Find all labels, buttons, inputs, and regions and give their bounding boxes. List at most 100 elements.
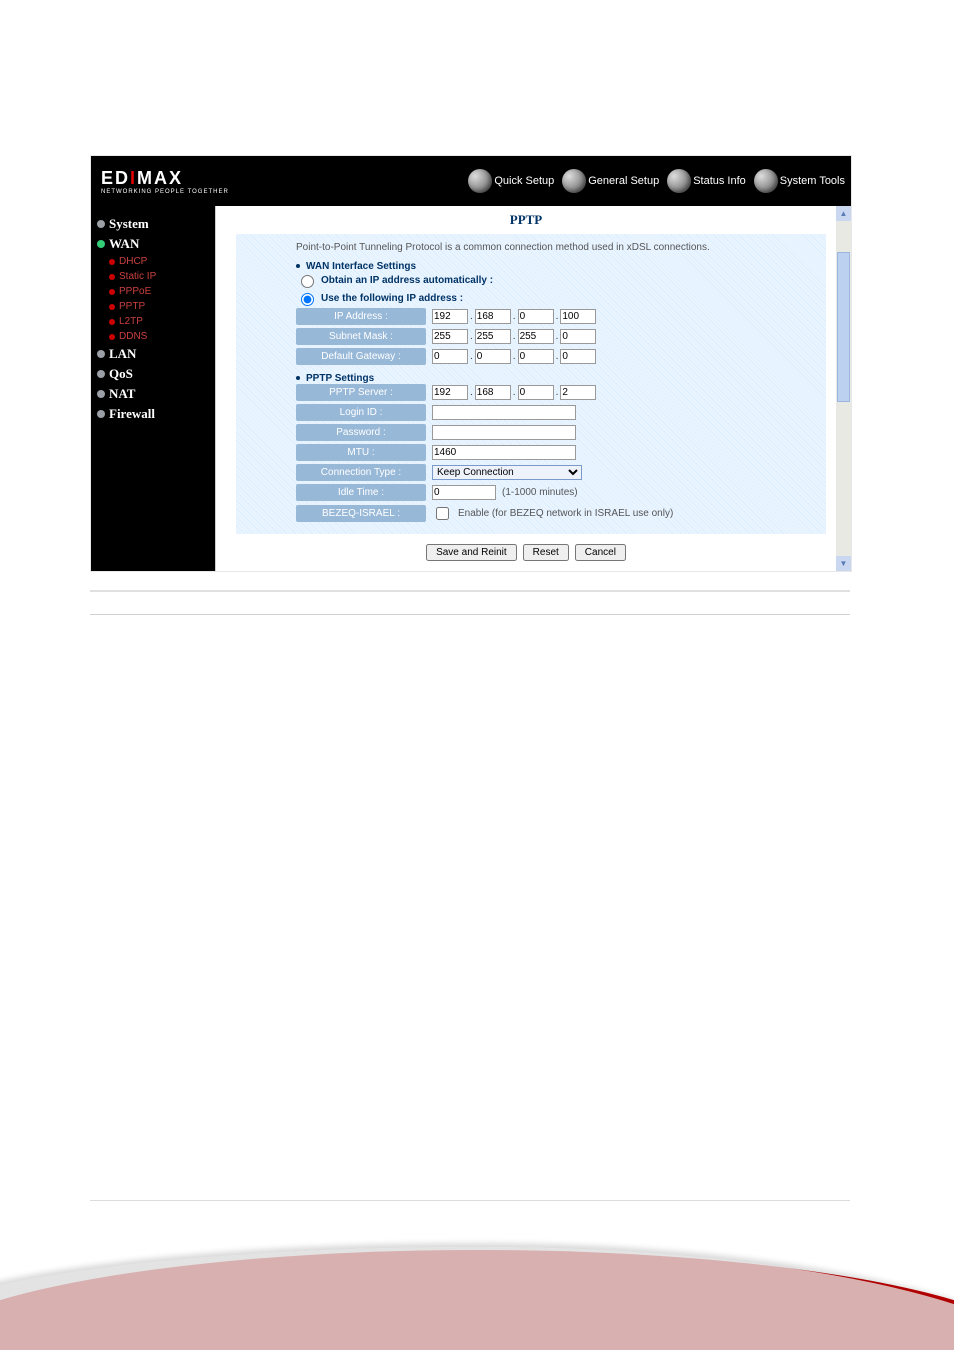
server-octet-3[interactable] [518,385,554,400]
bullet-icon [109,259,115,265]
label-pptp-server: PPTP Server : [296,384,426,401]
sidebar: System WAN DHCP Static IP PPPoE PPTP L2T… [91,206,215,571]
radio-label: Obtain an IP address automatically : [321,275,493,286]
divider [90,614,850,615]
sidebar-sub-label: L2TP [119,316,143,327]
reset-button[interactable]: Reset [523,544,569,561]
bullet-icon [97,390,105,398]
sidebar-label: NAT [109,386,135,402]
scroll-up-icon[interactable]: ▲ [836,206,851,221]
sidebar-sub-label: PPTP [119,301,145,312]
bullet-icon [97,220,105,228]
label-idle: Idle Time : [296,484,426,501]
ip-octet-3[interactable] [518,309,554,324]
header-bar: EDIMAX NETWORKING PEOPLE TOGETHER Quick … [91,156,851,206]
divider [90,590,850,592]
sidebar-label: Firewall [109,406,155,422]
mask-octet-1[interactable] [432,329,468,344]
bullet-icon [109,274,115,280]
label-bezeq: BEZEQ-ISRAEL : [296,505,426,522]
bezeq-note: Enable (for BEZEQ network in ISRAEL use … [458,508,673,519]
bullet-icon [97,410,105,418]
scrollbar[interactable]: ▲ ▼ [836,206,851,571]
orb-icon [667,169,691,193]
sidebar-label: System [109,216,149,232]
ip-octet-1[interactable] [432,309,468,324]
bullet-icon [97,240,105,248]
ip-octet-4[interactable] [560,309,596,324]
gw-octet-2[interactable] [475,349,511,364]
sidebar-item-firewall[interactable]: Firewall [91,404,215,424]
sidebar-item-wan[interactable]: WAN [91,234,215,254]
ip-octet-2[interactable] [475,309,511,324]
connection-type-select[interactable]: Keep Connection [432,465,582,480]
server-octet-4[interactable] [560,385,596,400]
sidebar-item-staticip[interactable]: Static IP [91,269,215,284]
mask-octet-2[interactable] [475,329,511,344]
sidebar-item-lan[interactable]: LAN [91,344,215,364]
nav-general-setup[interactable]: General Setup [562,169,659,193]
gw-octet-1[interactable] [432,349,468,364]
gw-octet-3[interactable] [518,349,554,364]
nav-label: System Tools [780,175,845,187]
nav-label: General Setup [588,175,659,187]
bullet-icon [109,319,115,325]
sidebar-item-pppoe[interactable]: PPPoE [91,284,215,299]
login-input[interactable] [432,405,576,420]
label-mtu: MTU : [296,444,426,461]
sidebar-item-dhcp[interactable]: DHCP [91,254,215,269]
sidebar-sub-label: DDNS [119,331,147,342]
radio-static-row[interactable]: Use the following IP address : [296,290,766,306]
save-button[interactable]: Save and Reinit [426,544,517,561]
sidebar-sub-label: DHCP [119,256,147,267]
cancel-button[interactable]: Cancel [575,544,626,561]
label-conn-type: Connection Type : [296,464,426,481]
bullet-icon [109,334,115,340]
content-pane: ▲ ▼ PPTP Point-to-Point Tunneling Protoc… [215,206,851,571]
label-ip: IP Address : [296,308,426,325]
bezeq-checkbox[interactable] [436,507,449,520]
password-input[interactable] [432,425,576,440]
bullet-icon [109,289,115,295]
sidebar-item-qos[interactable]: QoS [91,364,215,384]
idle-note: (1-1000 minutes) [502,487,578,498]
sidebar-item-pptp[interactable]: PPTP [91,299,215,314]
sidebar-item-ddns[interactable]: DDNS [91,329,215,344]
nav-label: Status Info [693,175,746,187]
scroll-down-icon[interactable]: ▼ [836,556,851,571]
wan-section: Point-to-Point Tunneling Protocol is a c… [236,234,826,534]
server-octet-2[interactable] [475,385,511,400]
button-row: Save and Reinit Reset Cancel [216,538,836,571]
radio-obtain-auto[interactable] [301,275,314,288]
server-octet-1[interactable] [432,385,468,400]
sidebar-item-l2tp[interactable]: L2TP [91,314,215,329]
scroll-thumb[interactable] [837,252,850,402]
radio-label: Use the following IP address : [321,293,463,304]
sidebar-sub-label: Static IP [119,271,156,282]
sidebar-item-nat[interactable]: NAT [91,384,215,404]
label-password: Password : [296,424,426,441]
top-nav: Quick Setup General Setup Status Info Sy… [468,169,851,193]
gw-octet-4[interactable] [560,349,596,364]
bullet-icon [109,304,115,310]
label-gateway: Default Gateway : [296,348,426,365]
nav-quick-setup[interactable]: Quick Setup [468,169,554,193]
radio-auto-row[interactable]: Obtain an IP address automatically : [296,272,766,288]
sidebar-sub-label: PPPoE [119,286,151,297]
bullet-icon [97,350,105,358]
idle-input[interactable] [432,485,496,500]
mtu-input[interactable] [432,445,576,460]
nav-system-tools[interactable]: System Tools [754,169,845,193]
mask-octet-3[interactable] [518,329,554,344]
intro-text: Point-to-Point Tunneling Protocol is a c… [296,242,766,253]
divider [90,1200,850,1201]
brand-logo: EDIMAX NETWORKING PEOPLE TOGETHER [101,168,229,195]
mask-octet-4[interactable] [560,329,596,344]
page-title: PPTP [216,206,836,230]
nav-status-info[interactable]: Status Info [667,169,746,193]
sidebar-item-system[interactable]: System [91,214,215,234]
orb-icon [468,169,492,193]
brand-tagline: NETWORKING PEOPLE TOGETHER [101,189,229,195]
orb-icon [754,169,778,193]
radio-use-static[interactable] [301,293,314,306]
